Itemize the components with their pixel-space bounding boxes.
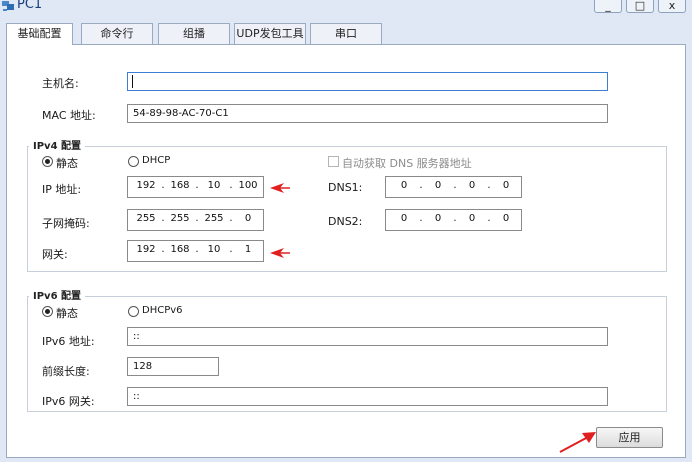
text-cursor xyxy=(132,75,133,88)
dns1-octet-3: 0 xyxy=(468,180,476,191)
apply-button[interactable]: 应用 xyxy=(596,427,663,448)
prefix-length-input[interactable]: 128 xyxy=(127,357,219,376)
tab-serial[interactable]: 串口 xyxy=(310,23,382,44)
ipv6-dhcp-radio[interactable] xyxy=(128,306,139,317)
gateway-octet-2: 168 xyxy=(170,244,190,255)
gateway-octet-3: 10 xyxy=(207,244,221,255)
dns2-octet-2: 0 xyxy=(434,213,442,224)
gateway-input[interactable]: 192 . 168 . 10 . 1 xyxy=(127,240,264,262)
ipv4-static-radio[interactable] xyxy=(42,156,53,167)
hostname-input[interactable] xyxy=(127,72,608,91)
window-title: PC1 xyxy=(17,0,43,12)
dns1-octet-1: 0 xyxy=(400,180,408,191)
dns2-octet-1: 0 xyxy=(400,213,408,224)
dns1-label: DNS1: xyxy=(328,181,363,194)
mask-octet-1: 255 xyxy=(136,213,156,224)
maximize-button[interactable]: □ xyxy=(626,0,654,13)
hostname-label: 主机名: xyxy=(42,77,79,90)
pc-icon xyxy=(2,1,14,11)
ipv4-dhcp-radio[interactable] xyxy=(128,156,139,167)
mask-octet-2: 255 xyxy=(170,213,190,224)
red-arrow-icon xyxy=(270,183,290,193)
tab-multicast[interactable]: 组播 xyxy=(158,23,230,44)
auto-dns-label: 自动获取 DNS 服务器地址 xyxy=(342,157,472,170)
ipv6-group-title: IPv6 配置 xyxy=(29,286,86,303)
ipv6-address-label: IPv6 地址: xyxy=(42,335,95,348)
dns1-input[interactable]: 0 . 0 . 0 . 0 xyxy=(385,176,522,198)
ipv6-gateway-label: IPv6 网关: xyxy=(42,395,95,408)
ipv6-gateway-input[interactable]: :: xyxy=(127,387,608,406)
mac-input[interactable]: 54-89-98-AC-70-C1 xyxy=(127,104,608,123)
ip-octet-4: 100 xyxy=(238,180,258,191)
ipv6-address-input[interactable]: :: xyxy=(127,327,608,346)
subnet-mask-input[interactable]: 255 . 255 . 255 . 0 xyxy=(127,209,264,231)
ipv4-group-title: IPv4 配置 xyxy=(29,136,86,153)
ipv6-static-label: 静态 xyxy=(56,307,78,320)
close-button[interactable]: x xyxy=(658,0,686,13)
prefix-length-label: 前缀长度: xyxy=(42,365,90,378)
gateway-octet-1: 192 xyxy=(136,244,156,255)
gateway-octet-4: 1 xyxy=(244,244,252,255)
gateway-label: 网关: xyxy=(42,248,68,261)
tab-udp-tool[interactable]: UDP发包工具 xyxy=(234,23,306,44)
dns1-octet-2: 0 xyxy=(434,180,442,191)
auto-dns-checkbox[interactable] xyxy=(328,156,339,167)
ipv4-dhcp-label: DHCP xyxy=(142,155,171,166)
dns1-octet-4: 0 xyxy=(502,180,510,191)
red-arrow-icon xyxy=(270,248,290,258)
ipv6-static-radio[interactable] xyxy=(42,306,53,317)
dns2-input[interactable]: 0 . 0 . 0 . 0 xyxy=(385,209,522,231)
ipv6-dhcp-label: DHCPv6 xyxy=(142,305,183,316)
dns2-label: DNS2: xyxy=(328,215,363,228)
tab-command-line[interactable]: 命令行 xyxy=(81,23,153,44)
ipv4-static-label: 静态 xyxy=(56,157,78,170)
ip-address-label: IP 地址: xyxy=(42,183,82,196)
mask-octet-4: 0 xyxy=(244,213,252,224)
title-bar[interactable] xyxy=(0,0,692,20)
dns2-octet-3: 0 xyxy=(468,213,476,224)
mask-octet-3: 255 xyxy=(204,213,224,224)
ip-octet-2: 168 xyxy=(170,180,190,191)
minimize-button[interactable]: _ xyxy=(594,0,622,13)
dns2-octet-4: 0 xyxy=(502,213,510,224)
mac-label: MAC 地址: xyxy=(42,109,96,122)
ip-address-input[interactable]: 192 . 168 . 10 . 100 xyxy=(127,176,264,198)
subnet-mask-label: 子网掩码: xyxy=(42,217,90,230)
tab-basic-config[interactable]: 基础配置 xyxy=(6,23,73,45)
ip-octet-1: 192 xyxy=(136,180,156,191)
red-arrow-icon xyxy=(559,432,596,453)
ip-octet-3: 10 xyxy=(207,180,221,191)
